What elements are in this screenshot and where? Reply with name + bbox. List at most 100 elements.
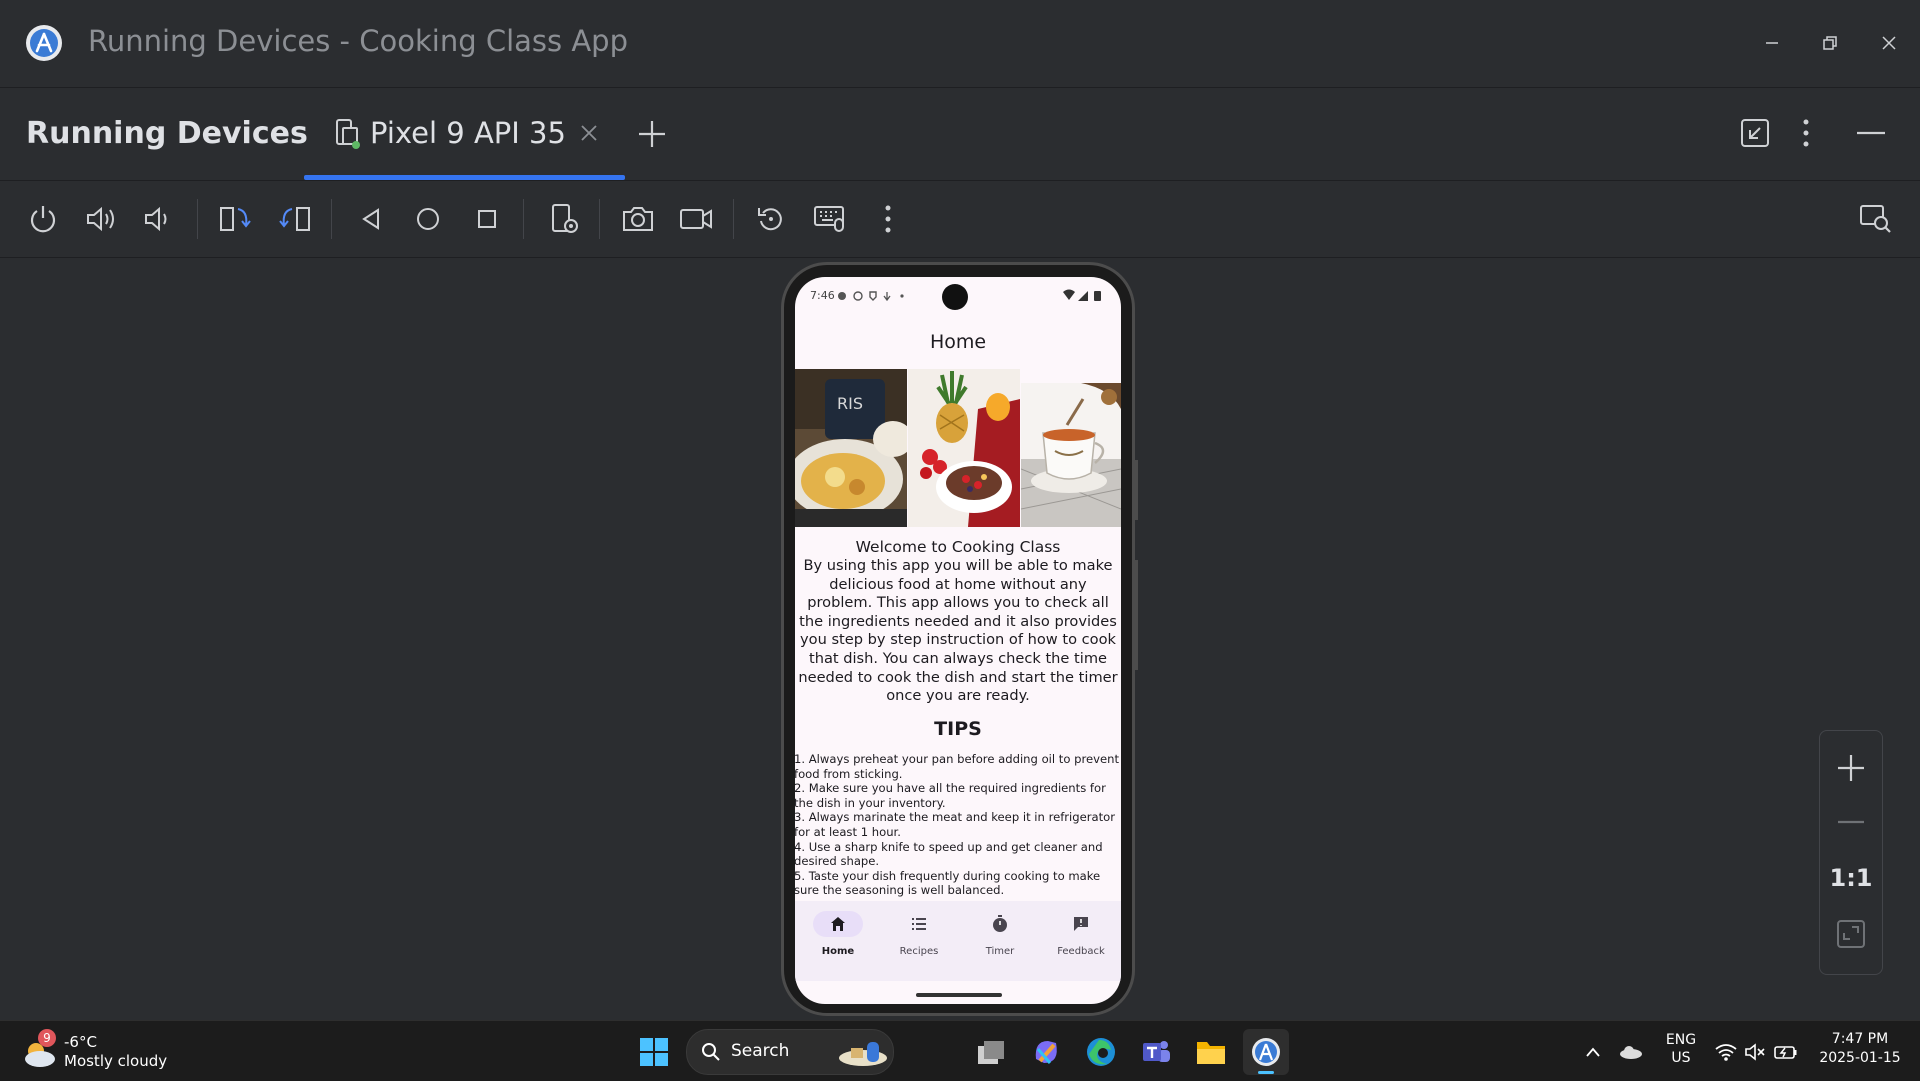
inspect-layout-button[interactable] (1854, 197, 1898, 241)
phone-screen[interactable]: 7:46 Home RIS Welcome to Cooking Class B… (795, 277, 1121, 1004)
tip-item: 5. Taste your dish frequently during coo… (795, 868, 1101, 898)
taskbar-search[interactable]: Search (686, 1029, 894, 1075)
device-settings-button[interactable] (543, 197, 587, 241)
zoom-controls: 1:1 (1819, 730, 1883, 975)
take-screenshot-button[interactable] (616, 197, 660, 241)
volume-muted-icon (1745, 1043, 1767, 1061)
phone-side-button (1135, 560, 1138, 670)
tip-item: 2. Make sure you have all the required i… (795, 781, 1106, 810)
system-clock[interactable]: 7:47 PM 2025-01-15 (1812, 1030, 1908, 1068)
android-studio-icon (1250, 1036, 1282, 1068)
rotate-right-button[interactable] (273, 197, 317, 241)
weather-widget[interactable]: 9 -6°C Mostly cloudy (20, 1029, 170, 1075)
back-icon (358, 206, 384, 232)
plus-icon (636, 118, 668, 150)
tip-item: 3. Always marinate the meat and keep it … (795, 810, 1116, 839)
onedrive-button[interactable] (1618, 1039, 1644, 1065)
timer-icon (975, 911, 1025, 937)
more-actions-button[interactable] (866, 197, 910, 241)
running-devices-tab-bar: Running Devices Pixel 9 API 35 (0, 88, 1920, 181)
clock-date: 2025-01-15 (1819, 1050, 1901, 1066)
search-highlight-icon (837, 1036, 889, 1068)
more-icon (883, 204, 893, 234)
restore-icon (1822, 35, 1838, 51)
keyboard-button[interactable] (808, 197, 852, 241)
zoom-in-button[interactable] (1820, 743, 1882, 793)
zoom-out-button[interactable] (1820, 797, 1882, 847)
copilot-button[interactable] (1023, 1029, 1069, 1075)
tab-pixel-9-api-35[interactable]: Pixel 9 API 35 (304, 88, 625, 180)
hide-panel-button[interactable] (1856, 118, 1886, 148)
edge-browser-button[interactable] (1078, 1029, 1124, 1075)
close-window-button[interactable] (1869, 24, 1909, 62)
start-button[interactable] (631, 1029, 677, 1075)
panel-title: Running Devices (26, 116, 308, 151)
minimize-window-button[interactable] (1752, 24, 1792, 62)
notification-icons (837, 290, 915, 302)
task-view-icon (976, 1038, 1006, 1066)
teams-button[interactable] (1133, 1029, 1179, 1075)
minimize-icon (1764, 35, 1780, 51)
file-explorer-button[interactable] (1188, 1029, 1234, 1075)
nav-item-feedback[interactable]: Feedback (1041, 901, 1121, 981)
overview-button[interactable] (465, 197, 509, 241)
title-bar: Running Devices - Cooking Class App (0, 0, 1920, 88)
volume-down-icon (142, 203, 172, 235)
food-image-tea-cup (1021, 369, 1121, 527)
nav-item-timer[interactable]: Timer (960, 901, 1040, 981)
rotate-right-icon (278, 203, 312, 235)
nav-label-recipes: Recipes (899, 946, 939, 957)
minimize-to-corner-icon (1740, 118, 1770, 148)
hide-panel-icon (1856, 118, 1886, 148)
nav-item-home[interactable]: Home (798, 901, 878, 981)
android-studio-taskbar-button[interactable] (1243, 1029, 1289, 1075)
status-bar: 7:46 (795, 277, 1121, 317)
food-image-fruit-bowl (908, 369, 1020, 527)
windows-logo-icon (639, 1037, 669, 1067)
back-button[interactable] (349, 197, 393, 241)
close-tab-button[interactable] (580, 124, 598, 142)
zoom-actual-size-button[interactable]: 1:1 (1820, 853, 1882, 903)
tips-heading: TIPS (934, 718, 982, 740)
show-hidden-icons-button[interactable] (1580, 1039, 1606, 1065)
clock-time: 7:47 PM (1831, 1031, 1889, 1047)
cloud-icon (1619, 1044, 1643, 1060)
toolbar-separator (331, 199, 332, 239)
wifi-status[interactable] (1713, 1039, 1739, 1065)
tip-item: 1. Always preheat your pan before adding… (795, 752, 1120, 781)
volume-down-button[interactable] (135, 197, 179, 241)
search-label: Search (731, 1041, 790, 1061)
power-button[interactable] (21, 197, 65, 241)
rotate-left-button[interactable] (213, 197, 257, 241)
more-options-button[interactable] (1800, 118, 1812, 148)
emulator-toolbar (0, 181, 1920, 258)
rotate-left-icon (218, 203, 252, 235)
chevron-up-icon (1585, 1046, 1601, 1058)
weather-badge: 9 (38, 1029, 56, 1047)
zoom-fit-button[interactable] (1820, 909, 1882, 959)
folder-icon (1195, 1038, 1227, 1066)
volume-up-button[interactable] (79, 197, 123, 241)
copilot-icon (1030, 1037, 1062, 1067)
toolbar-separator (523, 199, 524, 239)
plus-icon (1836, 753, 1866, 783)
reset-button[interactable] (749, 197, 793, 241)
language-indicator[interactable]: ENG US (1660, 1031, 1702, 1067)
front-camera (942, 284, 968, 310)
weather-temperature: -6°C (64, 1033, 97, 1051)
gesture-navigation-handle[interactable] (916, 993, 1002, 997)
minimize-to-corner-button[interactable] (1740, 118, 1770, 148)
battery-status[interactable] (1773, 1039, 1799, 1065)
tips-list: 1. Always preheat your pan before adding… (795, 752, 1120, 898)
record-screen-button[interactable] (674, 197, 718, 241)
nav-item-recipes[interactable]: Recipes (879, 901, 959, 981)
close-icon (1881, 35, 1897, 51)
volume-status[interactable] (1743, 1039, 1769, 1065)
device-settings-icon (549, 202, 581, 236)
phone-side-button (1135, 460, 1138, 520)
device-status-icon (335, 118, 361, 150)
add-device-button[interactable] (636, 118, 668, 150)
restore-window-button[interactable] (1810, 24, 1850, 62)
task-view-button[interactable] (968, 1029, 1014, 1075)
home-button[interactable] (406, 197, 450, 241)
